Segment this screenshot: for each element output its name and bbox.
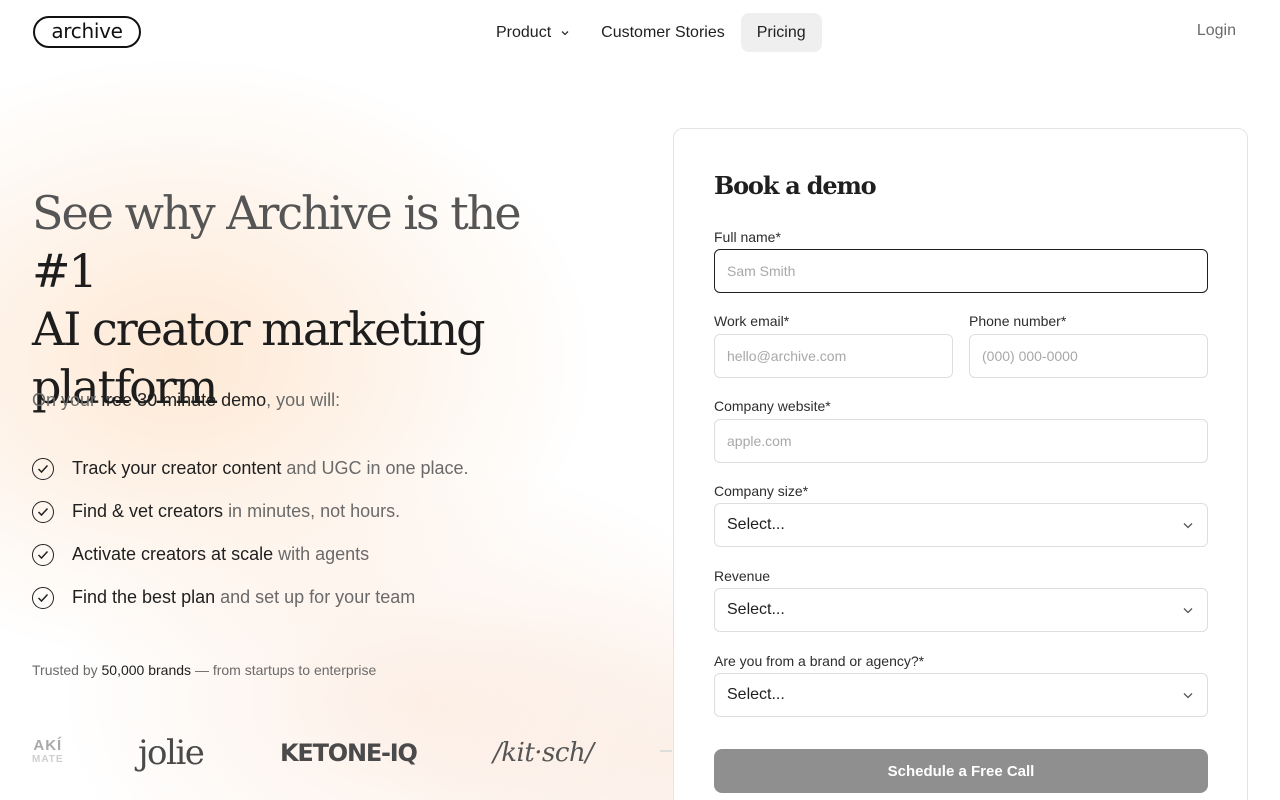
aki-logo: AKÍ MATE <box>32 728 64 778</box>
hero-section: See why Archive is the #1 AI creator mar… <box>32 184 592 416</box>
chevron-down-icon <box>1183 686 1193 704</box>
partial-logo <box>660 750 672 752</box>
full-name-input[interactable] <box>714 249 1208 293</box>
company-website-label: Company website* <box>714 398 831 414</box>
chevron-down-icon <box>561 28 569 38</box>
benefit-bold: Find the best plan <box>72 587 216 607</box>
check-circle-icon <box>32 586 54 609</box>
company-size-value: Select... <box>727 516 785 533</box>
company-website-input[interactable] <box>714 419 1208 463</box>
aki-logo-line1: AKÍ <box>33 737 63 754</box>
check-circle-icon <box>32 500 54 523</box>
headline-line-2: AI creator marketing <box>32 302 486 356</box>
benefits-list: Track your creator content and UGC in on… <box>32 447 469 619</box>
brand-or-agency-label: Are you from a brand or agency?* <box>714 653 925 669</box>
logo-text: archive <box>51 19 123 43</box>
schedule-call-button[interactable]: Schedule a Free Call <box>714 749 1208 793</box>
hero-headline: See why Archive is the #1 AI creator mar… <box>32 184 592 416</box>
work-email-label: Work email* <box>714 313 790 329</box>
benefit-bold: Track your creator content <box>72 458 282 478</box>
headline-muted-text: See why Archive is the <box>32 186 522 240</box>
jolie-logo: jolie <box>138 733 205 773</box>
site-header: archive Product Customer Stories Pricing… <box>0 0 1280 64</box>
benefit-bold: Find & vet creators <box>72 501 224 521</box>
main-nav: Product Customer Stories Pricing <box>480 13 822 52</box>
nav-customer-stories[interactable]: Customer Stories <box>585 13 741 52</box>
brand-or-agency-value: Select... <box>727 686 785 703</box>
nav-customer-stories-label: Customer Stories <box>601 23 725 41</box>
intro-prefix: On your <box>32 390 97 410</box>
trusted-prefix: Trusted by <box>32 662 98 678</box>
chevron-down-icon <box>1183 516 1193 534</box>
brand-logo-strip: AKÍ MATE jolie KETONE-IQ /kit·sch/ <box>32 728 672 778</box>
benefit-rest: and UGC in one place. <box>286 458 469 478</box>
intro-bold: free 30 minute demo <box>101 390 267 410</box>
benefit-item: Track your creator content and UGC in on… <box>32 447 469 490</box>
check-circle-icon <box>32 457 54 480</box>
phone-number-label: Phone number* <box>969 313 1067 329</box>
nav-product-label: Product <box>496 23 552 41</box>
phone-number-input[interactable] <box>969 334 1208 378</box>
kitsch-logo: /kit·sch/ <box>493 738 594 768</box>
full-name-label: Full name* <box>714 229 781 245</box>
check-circle-icon <box>32 543 54 566</box>
revenue-value: Select... <box>727 601 785 618</box>
revenue-select[interactable]: Select... <box>714 588 1208 632</box>
aki-logo-line2: MATE <box>32 754 64 765</box>
work-email-input[interactable] <box>714 334 953 378</box>
company-size-label: Company size* <box>714 483 809 499</box>
nav-pricing[interactable]: Pricing <box>740 13 822 52</box>
benefit-item: Activate creators at scale with agents <box>32 533 469 576</box>
archive-logo[interactable]: archive <box>33 16 141 48</box>
benefit-rest: in minutes, not hours. <box>228 501 401 521</box>
trusted-by-text: Trusted by 50,000 brands — from startups… <box>32 662 376 678</box>
ketone-iq-logo: KETONE-IQ <box>280 739 418 767</box>
benefit-item: Find & vet creators in minutes, not hour… <box>32 490 469 533</box>
benefit-rest: and set up for your team <box>220 587 416 607</box>
company-size-select[interactable]: Select... <box>714 503 1208 547</box>
revenue-label: Revenue <box>714 568 771 584</box>
form-title: Book a demo <box>714 171 877 200</box>
headline-rank: #1 <box>32 244 98 298</box>
intro-suffix: , you will: <box>266 390 341 410</box>
login-link[interactable]: Login <box>1197 22 1236 40</box>
benefit-rest: with agents <box>278 544 370 564</box>
brand-or-agency-select[interactable]: Select... <box>714 673 1208 717</box>
nav-product[interactable]: Product <box>480 13 585 52</box>
demo-intro: On your free 30 minute demo, you will: <box>32 390 340 411</box>
benefit-item: Find the best plan and set up for your t… <box>32 576 469 619</box>
nav-pricing-label: Pricing <box>756 23 806 41</box>
trusted-suffix: — from startups to enterprise <box>194 662 377 678</box>
chevron-down-icon <box>1183 601 1193 619</box>
trusted-count: 50,000 brands <box>101 662 192 678</box>
benefit-bold: Activate creators at scale <box>72 544 274 564</box>
book-demo-card: Book a demo Full name* Work email* Phone… <box>673 128 1248 800</box>
